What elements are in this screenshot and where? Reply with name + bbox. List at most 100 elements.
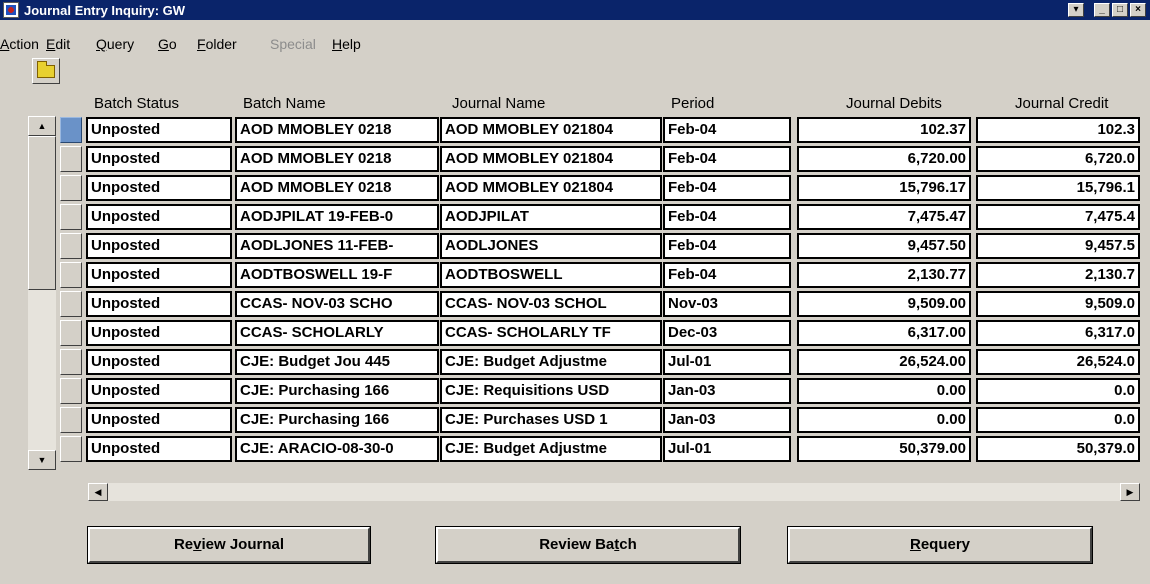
row-selector[interactable] <box>60 320 82 346</box>
period-cell[interactable]: Dec-03 <box>663 320 791 346</box>
period-cell[interactable]: Nov-03 <box>663 291 791 317</box>
minimize-icon[interactable]: _ <box>1094 3 1110 17</box>
scroll-right-button[interactable]: ▶ <box>1120 483 1140 501</box>
journal-name-cell[interactable]: CJE: Requisitions USD <box>440 378 662 404</box>
scroll-left-button[interactable]: ◀ <box>88 483 108 501</box>
period-cell[interactable]: Feb-04 <box>663 204 791 230</box>
batch-name-cell[interactable]: CCAS- SCHOLARLY <box>235 320 439 346</box>
batch-status-cell[interactable]: Unposted <box>86 291 232 317</box>
review-journal-button[interactable]: Review Journal <box>88 527 370 563</box>
journal-credits-cell[interactable]: 50,379.0 <box>976 436 1140 462</box>
batch-status-cell[interactable]: Unposted <box>86 349 232 375</box>
journal-debits-cell[interactable]: 9,457.50 <box>797 233 971 259</box>
journal-debits-cell[interactable]: 50,379.00 <box>797 436 971 462</box>
batch-status-cell[interactable]: Unposted <box>86 436 232 462</box>
journal-debits-cell[interactable]: 9,509.00 <box>797 291 971 317</box>
open-folder-button[interactable] <box>32 58 60 84</box>
journal-credits-cell[interactable]: 0.0 <box>976 378 1140 404</box>
batch-name-cell[interactable]: AOD MMOBLEY 0218 <box>235 117 439 143</box>
journal-credits-cell[interactable]: 6,720.0 <box>976 146 1140 172</box>
period-cell[interactable]: Jul-01 <box>663 349 791 375</box>
requery-button[interactable]: Requery <box>788 527 1092 563</box>
row-selector[interactable] <box>60 262 82 288</box>
scroll-up-button[interactable]: ▲ <box>28 116 56 136</box>
journal-name-cell[interactable]: CCAS- NOV-03 SCHOL <box>440 291 662 317</box>
review-batch-button[interactable]: Review Batch <box>436 527 740 563</box>
batch-status-cell[interactable]: Unposted <box>86 204 232 230</box>
horizontal-scrollbar[interactable]: ◀ ▶ <box>88 483 1140 501</box>
maximize-icon[interactable]: □ <box>1112 3 1128 17</box>
menu-item[interactable]: Query <box>96 36 134 52</box>
journal-debits-cell[interactable]: 6,720.00 <box>797 146 971 172</box>
row-selector[interactable] <box>60 146 82 172</box>
period-cell[interactable]: Jul-01 <box>663 436 791 462</box>
period-cell[interactable]: Jan-03 <box>663 378 791 404</box>
close-icon[interactable]: × <box>1130 3 1146 17</box>
journal-credits-cell[interactable]: 26,524.0 <box>976 349 1140 375</box>
journal-debits-cell[interactable]: 0.00 <box>797 407 971 433</box>
journal-debits-cell[interactable]: 102.37 <box>797 117 971 143</box>
journal-debits-cell[interactable]: 7,475.47 <box>797 204 971 230</box>
journal-name-cell[interactable]: CJE: Budget Adjustme <box>440 436 662 462</box>
journal-name-cell[interactable]: AODTBOSWELL <box>440 262 662 288</box>
scroll-down-button[interactable]: ▼ <box>28 450 56 470</box>
period-cell[interactable]: Jan-03 <box>663 407 791 433</box>
journal-credits-cell[interactable]: 2,130.7 <box>976 262 1140 288</box>
journal-name-cell[interactable]: CJE: Purchases USD 1 <box>440 407 662 433</box>
period-cell[interactable]: Feb-04 <box>663 233 791 259</box>
journal-debits-cell[interactable]: 2,130.77 <box>797 262 971 288</box>
batch-name-cell[interactable]: AODLJONES 11-FEB- <box>235 233 439 259</box>
batch-status-cell[interactable]: Unposted <box>86 378 232 404</box>
batch-status-cell[interactable]: Unposted <box>86 407 232 433</box>
batch-name-cell[interactable]: AOD MMOBLEY 0218 <box>235 175 439 201</box>
row-selector[interactable] <box>60 204 82 230</box>
journal-name-cell[interactable]: CJE: Budget Adjustme <box>440 349 662 375</box>
menu-item[interactable]: Edit <box>46 36 70 52</box>
batch-name-cell[interactable]: CJE: ARACIO-08-30-0 <box>235 436 439 462</box>
batch-name-cell[interactable]: AODJPILAT 19-FEB-0 <box>235 204 439 230</box>
journal-name-cell[interactable]: AOD MMOBLEY 021804 <box>440 146 662 172</box>
journal-debits-cell[interactable]: 6,317.00 <box>797 320 971 346</box>
batch-name-cell[interactable]: AODTBOSWELL 19-F <box>235 262 439 288</box>
row-selector[interactable] <box>60 349 82 375</box>
menu-item[interactable]: Folder <box>197 36 237 52</box>
batch-name-cell[interactable]: CJE: Purchasing 166 <box>235 407 439 433</box>
batch-name-cell[interactable]: CCAS- NOV-03 SCHO <box>235 291 439 317</box>
journal-name-cell[interactable]: AODJPILAT <box>440 204 662 230</box>
journal-credits-cell[interactable]: 15,796.1 <box>976 175 1140 201</box>
batch-status-cell[interactable]: Unposted <box>86 146 232 172</box>
menu-item[interactable]: Action <box>0 36 39 52</box>
batch-name-cell[interactable]: CJE: Purchasing 166 <box>235 378 439 404</box>
journal-credits-cell[interactable]: 7,475.4 <box>976 204 1140 230</box>
row-selector[interactable] <box>60 407 82 433</box>
row-selector[interactable] <box>60 436 82 462</box>
row-selector[interactable] <box>60 233 82 259</box>
batch-status-cell[interactable]: Unposted <box>86 233 232 259</box>
menu-item[interactable]: Go <box>158 36 177 52</box>
journal-credits-cell[interactable]: 9,457.5 <box>976 233 1140 259</box>
row-selector[interactable] <box>60 175 82 201</box>
period-cell[interactable]: Feb-04 <box>663 175 791 201</box>
vertical-scrollbar[interactable]: ▲ ▼ <box>28 116 56 470</box>
batch-status-cell[interactable]: Unposted <box>86 117 232 143</box>
batch-name-cell[interactable]: AOD MMOBLEY 0218 <box>235 146 439 172</box>
batch-status-cell[interactable]: Unposted <box>86 262 232 288</box>
batch-status-cell[interactable]: Unposted <box>86 175 232 201</box>
journal-name-cell[interactable]: CCAS- SCHOLARLY TF <box>440 320 662 346</box>
journal-credits-cell[interactable]: 9,509.0 <box>976 291 1140 317</box>
menu-item[interactable]: Help <box>332 36 361 52</box>
period-cell[interactable]: Feb-04 <box>663 262 791 288</box>
journal-name-cell[interactable]: AOD MMOBLEY 021804 <box>440 117 662 143</box>
journal-credits-cell[interactable]: 6,317.0 <box>976 320 1140 346</box>
period-cell[interactable]: Feb-04 <box>663 117 791 143</box>
row-selector[interactable] <box>60 117 82 143</box>
journal-name-cell[interactable]: AOD MMOBLEY 021804 <box>440 175 662 201</box>
journal-debits-cell[interactable]: 26,524.00 <box>797 349 971 375</box>
restore-menu-icon[interactable]: ▾ <box>1068 3 1084 17</box>
journal-name-cell[interactable]: AODLJONES <box>440 233 662 259</box>
journal-debits-cell[interactable]: 15,796.17 <box>797 175 971 201</box>
period-cell[interactable]: Feb-04 <box>663 146 791 172</box>
batch-status-cell[interactable]: Unposted <box>86 320 232 346</box>
batch-name-cell[interactable]: CJE: Budget Jou 445 <box>235 349 439 375</box>
journal-credits-cell[interactable]: 0.0 <box>976 407 1140 433</box>
